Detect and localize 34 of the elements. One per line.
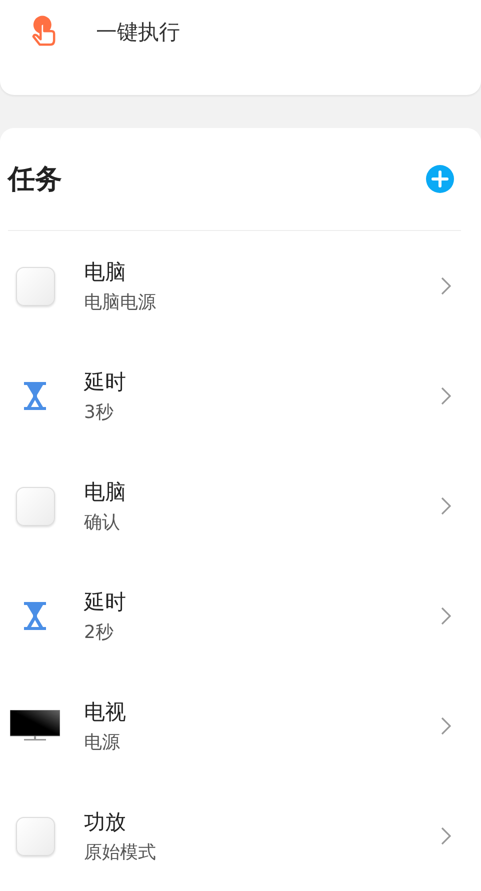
task-item[interactable]: 电脑 确认 (8, 451, 481, 561)
chevron-right-icon (441, 827, 451, 845)
task-item[interactable]: 电脑 电脑电源 (8, 231, 481, 341)
hourglass-icon (23, 601, 47, 631)
execute-row[interactable]: 一键执行 (0, 0, 481, 52)
chevron-right-icon (441, 387, 451, 405)
tv-icon (10, 710, 60, 742)
section-title: 任务 (8, 163, 62, 197)
device-icon (16, 816, 54, 856)
chevron-right-icon (441, 497, 451, 515)
task-item[interactable]: 功放 原始模式 (8, 781, 481, 891)
hourglass-icon (23, 381, 47, 411)
task-title: 电脑 (84, 479, 127, 506)
task-detail: 确认 (84, 511, 121, 534)
task-title: 延时 (84, 589, 127, 616)
task-item[interactable]: 延时 2秒 (8, 561, 481, 671)
task-detail: 电脑电源 (84, 291, 157, 314)
chevron-right-icon (441, 717, 451, 735)
chevron-right-icon (441, 277, 451, 295)
add-icon[interactable] (426, 165, 454, 193)
task-title: 电脑 (84, 259, 127, 286)
chevron-right-icon (441, 607, 451, 625)
task-title: 功放 (84, 809, 127, 836)
task-detail: 3秒 (84, 401, 114, 424)
task-detail: 原始模式 (84, 841, 157, 864)
device-icon (16, 266, 54, 306)
task-title: 电视 (84, 699, 127, 726)
task-detail: 电源 (84, 731, 121, 754)
task-item[interactable]: 电视 电源 (8, 671, 481, 781)
task-item[interactable]: 延时 3秒 (8, 341, 481, 451)
task-detail: 2秒 (84, 621, 114, 644)
action-label: 一键执行 (96, 19, 180, 46)
task-title: 延时 (84, 369, 127, 396)
device-icon (16, 486, 54, 526)
